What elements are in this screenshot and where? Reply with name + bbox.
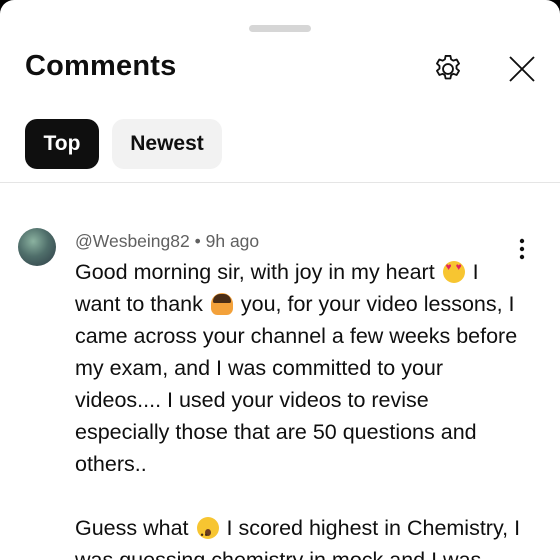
meta-separator: • [194,231,201,251]
comment-paragraph-1: Good morning sir, with joy in my heart I… [75,256,525,480]
settings-button[interactable] [426,47,470,91]
close-button[interactable] [500,47,544,91]
drag-handle[interactable] [249,25,311,32]
heart-eyes-emoji [442,261,465,283]
surprised-face-emoji [196,517,219,551]
comment-time: 9h ago [205,231,260,251]
comment-paragraph-2: Guess what I scored highest in Chemistry… [75,512,525,560]
tab-top[interactable]: Top [25,119,99,169]
comment-body: Good morning sir, with joy in my heart I… [75,256,525,560]
gear-icon [436,55,460,80]
close-icon [509,56,535,82]
avatar[interactable] [18,228,56,266]
panel-title: Comments [25,50,177,82]
comment-author[interactable]: @Wesbeing82 [75,231,190,251]
comment-text: Guess what [75,516,189,540]
tab-newest[interactable]: Newest [112,119,222,169]
comments-sheet: Comments Top Newest @Wesbeing82 • 9h ago… [0,0,560,560]
comment-text: Good morning sir, with joy in my heart [75,260,435,284]
bowing-person-emoji [210,293,233,315]
comment-text: you, for your video lessons, I came acro… [75,292,518,476]
comment-meta: @Wesbeing82 • 9h ago [75,231,259,252]
header-divider [0,182,560,183]
